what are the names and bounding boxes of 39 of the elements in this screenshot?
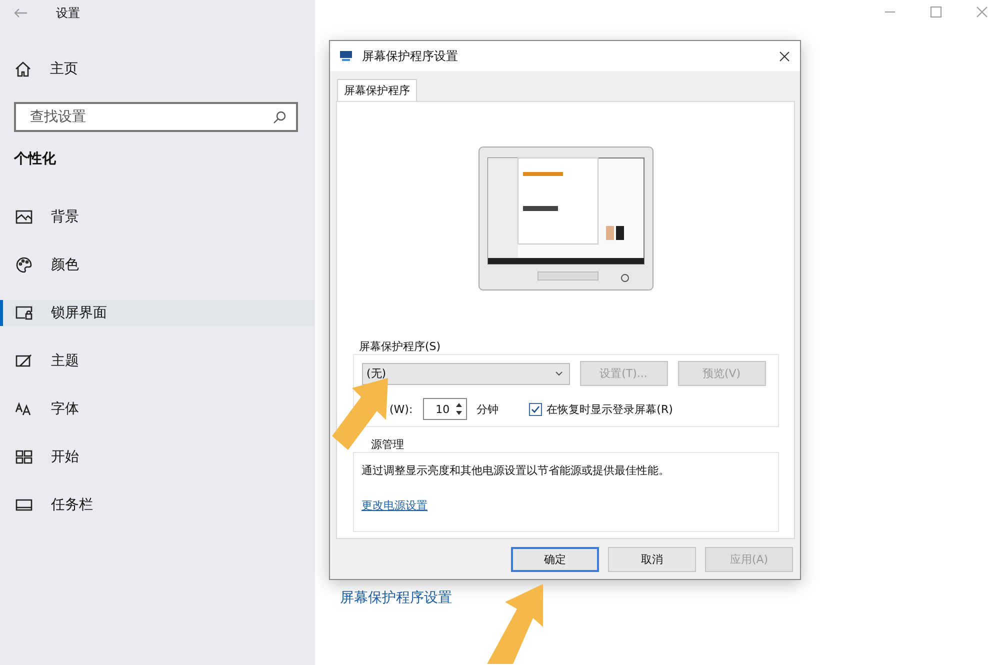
start-icon [15, 448, 33, 466]
dialog-title: 屏幕保护程序设置 [362, 48, 459, 64]
dialog-tab[interactable]: 屏幕保护程序 [337, 79, 417, 101]
search-field[interactable]: 查找设置 [28, 108, 232, 126]
dialog-button[interactable]: 取消 [608, 547, 696, 572]
home-icon [14, 60, 32, 78]
group-label: 屏幕保护程序(S) [359, 339, 441, 354]
palette-icon [15, 256, 33, 274]
resume-checkbox[interactable]: 在恢复时显示登录屏幕(R) [528, 402, 673, 416]
sidebar-item[interactable]: 背景 [0, 204, 315, 230]
sidebar-item[interactable]: 开始 [0, 444, 315, 470]
minutes-label: 分钟 [476, 402, 499, 416]
monitor-app-icon [340, 50, 352, 62]
checkmark-icon [530, 404, 540, 414]
font-icon [15, 400, 33, 418]
picture-icon [15, 208, 33, 226]
wait-label: (W): [390, 402, 413, 416]
sidebar-item[interactable]: 主题 [0, 348, 315, 374]
sidebar-item[interactable]: 颜色 [0, 252, 315, 278]
sidebar-item[interactable]: 任务栏 [0, 492, 315, 518]
search-box[interactable]: 查找设置 [14, 102, 298, 132]
sidebar-item[interactable]: 字体 [0, 396, 315, 422]
lock-screen-icon [15, 304, 33, 322]
window-title: 设置 [56, 4, 80, 22]
group-label: 源管理 [371, 437, 404, 452]
power-settings-link[interactable]: 更改电源设置 [362, 498, 428, 513]
screensaver-settings-link[interactable]: 屏幕保护程序设置 [340, 589, 1000, 607]
power-description: 通过调整显示亮度和其他电源设置以节省能源或提供最佳性能。 [362, 463, 670, 478]
chevron-down-icon [554, 371, 562, 376]
search-icon [273, 110, 286, 124]
dialog-button[interactable]: 确定 [511, 547, 599, 572]
maximize-icon[interactable] [930, 6, 942, 18]
screensaver-dropdown[interactable]: (无) [362, 362, 570, 384]
wait-spinbox[interactable]: 10 [422, 398, 467, 420]
sidebar-item[interactable]: 锁屏界面 [0, 300, 315, 326]
close-icon[interactable] [779, 50, 790, 62]
section-heading: 个性化 [12, 150, 57, 168]
back-arrow-icon[interactable] [14, 8, 28, 18]
home-nav-item[interactable]: 主页 [0, 26, 315, 82]
